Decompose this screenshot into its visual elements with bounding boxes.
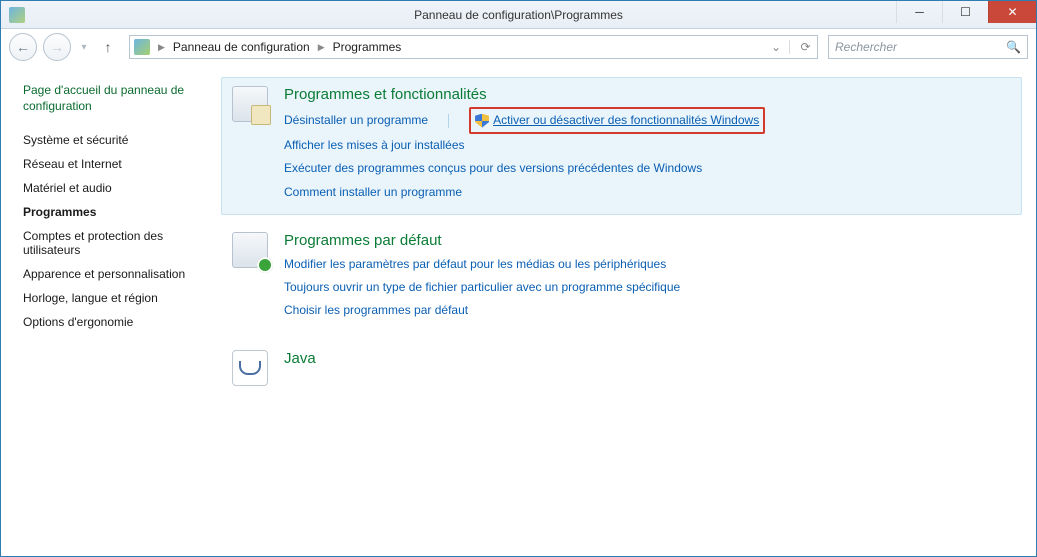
section-default-programs: Programmes par défaut Modifier les param… bbox=[221, 223, 1022, 334]
window-title: Panneau de configuration\Programmes bbox=[1, 8, 1036, 22]
sidebar-item-system-security[interactable]: Système et sécurité bbox=[23, 128, 205, 152]
back-button[interactable]: ← bbox=[9, 33, 37, 61]
refresh-button[interactable]: ⟳ bbox=[789, 40, 813, 54]
breadcrumb-root[interactable]: Panneau de configuration bbox=[173, 40, 310, 54]
sidebar: Page d'accueil du panneau de configurati… bbox=[1, 65, 215, 556]
section-programs-features: Programmes et fonctionnalités Désinstall… bbox=[221, 77, 1022, 215]
search-icon: 🔍 bbox=[1006, 40, 1021, 54]
sidebar-item-clock-lang-region[interactable]: Horloge, langue et région bbox=[23, 286, 205, 310]
close-button[interactable]: ✕ bbox=[988, 1, 1036, 23]
view-installed-updates-link[interactable]: Afficher les mises à jour installées bbox=[284, 134, 465, 157]
control-panel-icon bbox=[134, 39, 150, 55]
search-input[interactable]: Rechercher 🔍 bbox=[828, 35, 1028, 59]
chevron-right-icon: ▶ bbox=[316, 42, 327, 53]
chevron-right-icon: ▶ bbox=[156, 42, 167, 53]
sidebar-item-ease-of-access[interactable]: Options d'ergonomie bbox=[23, 310, 205, 334]
address-bar[interactable]: ▶ Panneau de configuration ▶ Programmes … bbox=[129, 35, 818, 59]
maximize-button[interactable]: ☐ bbox=[942, 1, 988, 23]
highlighted-callout: Activer ou désactiver des fonctionnalité… bbox=[469, 107, 765, 134]
main-content: Programmes et fonctionnalités Désinstall… bbox=[215, 65, 1036, 556]
choose-defaults-link[interactable]: Choisir les programmes par défaut bbox=[284, 299, 468, 322]
modify-media-defaults-link[interactable]: Modifier les paramètres par défaut pour … bbox=[284, 253, 666, 276]
run-compat-programs-link[interactable]: Exécuter des programmes conçus pour des … bbox=[284, 157, 702, 180]
java-title[interactable]: Java bbox=[284, 350, 1011, 367]
sidebar-item-hardware-sound[interactable]: Matériel et audio bbox=[23, 176, 205, 200]
toolbar: ← → ▾ ↑ ▶ Panneau de configuration ▶ Pro… bbox=[1, 29, 1036, 65]
control-panel-home-link[interactable]: Page d'accueil du panneau de configurati… bbox=[23, 83, 205, 114]
file-assoc-link[interactable]: Toujours ouvrir un type de fichier parti… bbox=[284, 276, 680, 299]
search-placeholder: Rechercher bbox=[835, 40, 897, 54]
address-dropdown-icon[interactable]: ⌄ bbox=[771, 40, 781, 54]
history-dropdown[interactable]: ▾ bbox=[77, 40, 91, 54]
titlebar: Panneau de configuration\Programmes ─ ☐ … bbox=[1, 1, 1036, 29]
programs-features-title[interactable]: Programmes et fonctionnalités bbox=[284, 86, 1011, 103]
up-button[interactable]: ↑ bbox=[97, 36, 119, 58]
divider bbox=[448, 114, 449, 128]
breadcrumb-current[interactable]: Programmes bbox=[333, 40, 402, 54]
uninstall-program-link[interactable]: Désinstaller un programme bbox=[284, 109, 428, 132]
system-icon bbox=[9, 7, 25, 23]
shield-icon bbox=[475, 114, 489, 128]
windows-features-link[interactable]: Activer ou désactiver des fonctionnalité… bbox=[493, 109, 759, 132]
default-programs-icon bbox=[232, 232, 272, 272]
sidebar-item-appearance[interactable]: Apparence et personnalisation bbox=[23, 262, 205, 286]
default-programs-title[interactable]: Programmes par défaut bbox=[284, 232, 1011, 249]
how-install-program-link[interactable]: Comment installer un programme bbox=[284, 181, 462, 204]
section-java: Java bbox=[221, 341, 1022, 401]
forward-button[interactable]: → bbox=[43, 33, 71, 61]
java-icon bbox=[232, 350, 272, 390]
minimize-button[interactable]: ─ bbox=[896, 1, 942, 23]
programs-features-icon bbox=[232, 86, 272, 126]
sidebar-item-user-accounts[interactable]: Comptes et protection des utilisateurs bbox=[23, 224, 205, 262]
sidebar-item-programs[interactable]: Programmes bbox=[23, 200, 205, 224]
sidebar-item-network-internet[interactable]: Réseau et Internet bbox=[23, 152, 205, 176]
